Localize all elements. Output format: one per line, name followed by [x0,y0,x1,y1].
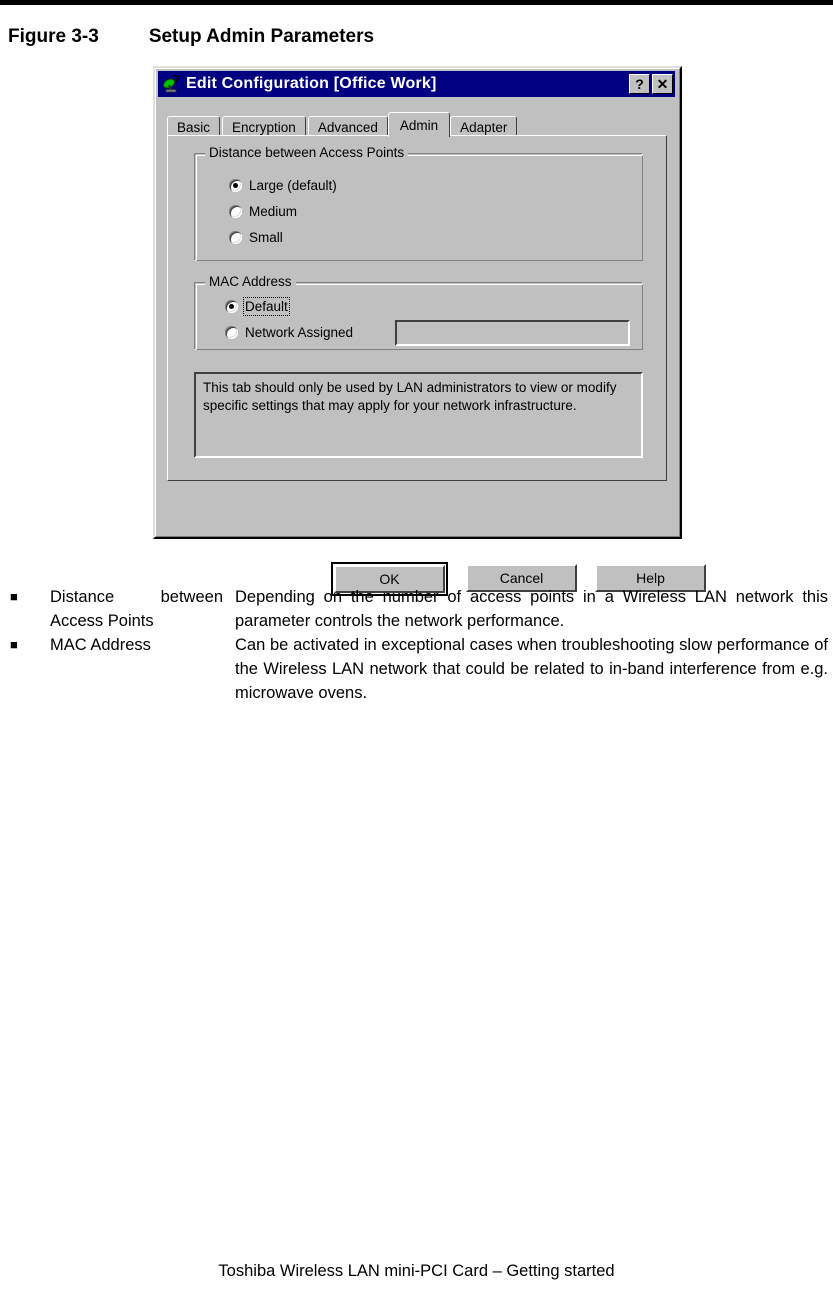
help-button[interactable]: ? [629,74,650,94]
list-item: ■ Distance between Access Points Dependi… [8,585,828,633]
wireless-antenna-icon [161,74,181,94]
close-button[interactable]: ✕ [652,74,673,94]
tab-admin[interactable]: Admin [387,112,451,137]
radio-small-label: Small [249,230,283,245]
figure-number: Figure 3-3 [8,26,99,47]
square-bullet-icon: ■ [10,637,18,652]
distance-group-title: Distance between Access Points [205,145,409,161]
radio-row-mac-network-assigned[interactable]: Network Assigned [225,325,353,340]
edit-configuration-dialog: Edit Configuration [Office Work] ? ✕ Bas… [153,66,706,596]
admin-tab-panel: Distance between Access Points Large (de… [167,135,706,596]
figure-caption: Figure 3-3 Setup Admin Parameters [8,26,374,48]
tab-strip: Basic Encryption Advanced Admin Adapter [167,112,667,137]
mac-address-input[interactable] [395,320,630,346]
titlebar-buttons: ? ✕ [629,74,673,94]
radio-mac-default-label: Default [243,297,290,316]
radio-row-large[interactable]: Large (default) [229,178,337,193]
figure-title: Setup Admin Parameters [148,26,375,47]
radio-mac-default-indicator[interactable] [225,300,238,313]
description-term-line1: MAC Address [50,636,151,654]
radio-small-indicator[interactable] [229,231,242,244]
description-text-distance: Depending on the number of access points… [235,588,828,630]
list-item: ■ MAC Address Can be activated in except… [8,633,828,705]
radio-mac-network-assigned-label: Network Assigned [245,325,354,340]
admin-info-text: This tab should only be used by LAN admi… [194,372,643,458]
mac-group-title: MAC Address [205,274,296,290]
radio-row-medium[interactable]: Medium [229,204,297,219]
tab-encryption[interactable]: Encryption [222,116,306,137]
mac-address-group: MAC Address Default Network Assigned [194,274,643,350]
radio-row-mac-default[interactable]: Default [225,297,290,316]
radio-mac-network-assigned-indicator[interactable] [225,326,238,339]
dialog-titlebar[interactable]: Edit Configuration [Office Work] ? ✕ [158,71,675,97]
page-footer: Toshiba Wireless LAN mini-PCI Card – Get… [218,1262,615,1280]
description-text-mac: Can be activated in exceptional cases wh… [235,636,828,702]
parameter-description-list: ■ Distance between Access Points Dependi… [8,585,828,705]
radio-medium-indicator[interactable] [229,205,242,218]
description-term-line2: Access Points [50,612,154,630]
distance-between-access-points-group: Distance between Access Points Large (de… [194,145,643,261]
tab-advanced[interactable]: Advanced [307,116,388,137]
square-bullet-icon: ■ [10,589,18,604]
tab-basic[interactable]: Basic [167,116,221,137]
page-top-rule [0,0,833,5]
radio-row-small[interactable]: Small [229,230,283,245]
description-term-line1: Distance between [50,588,223,606]
radio-large-indicator[interactable] [229,179,242,192]
description-term-mac: MAC Address [50,633,235,657]
description-term-distance: Distance between Access Points [50,585,235,633]
radio-large-label: Large (default) [249,178,337,193]
dialog-title: Edit Configuration [Office Work] [186,75,437,92]
tab-adapter[interactable]: Adapter [450,116,518,137]
radio-medium-label: Medium [249,204,298,219]
